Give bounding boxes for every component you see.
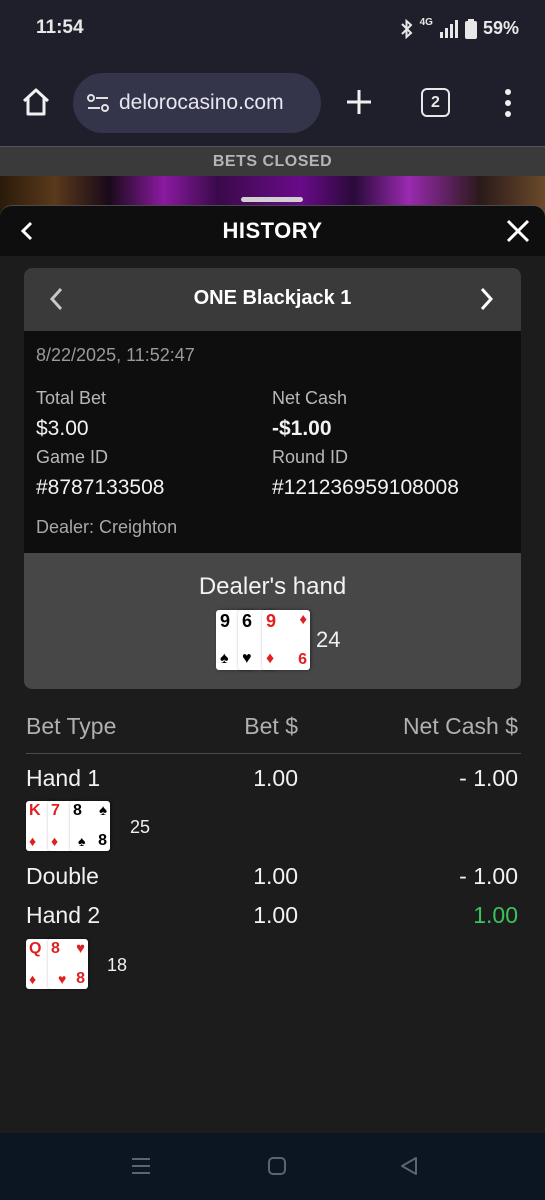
net-cash-value: -$1.00 xyxy=(272,417,332,440)
card-rank: 8 xyxy=(73,802,82,819)
card-rank: 7 xyxy=(51,802,60,819)
net-cash-cell: - 1.00 xyxy=(459,863,518,889)
battery-icon xyxy=(464,18,477,39)
bet-amount-cell: 1.00 xyxy=(253,765,298,791)
playing-card: 8 ♠ ♠ 8 xyxy=(70,801,110,851)
card-rank: 6 xyxy=(298,651,307,668)
status-time: 11:54 xyxy=(36,17,84,38)
card-rank: 9 xyxy=(220,611,231,631)
dealer-total: 24 xyxy=(316,627,341,652)
signal-icon xyxy=(439,19,458,38)
round-info: 8/22/2025, 11:52:47 Total Bet $3.00 Net … xyxy=(24,331,521,553)
card-suit: ♥ xyxy=(76,940,85,957)
bet-type-cell: Double xyxy=(26,863,99,889)
history-panel: HISTORY ONE Blackjack 1 8/22/2025, 11:52… xyxy=(0,197,545,1133)
site-settings-icon[interactable] xyxy=(85,90,111,116)
network-type: 4G xyxy=(419,17,433,28)
back-nav-icon[interactable] xyxy=(398,1155,420,1177)
round-nav: ONE Blackjack 1 xyxy=(24,268,521,331)
close-icon[interactable] xyxy=(505,218,531,244)
card-suit: ♦ xyxy=(299,611,307,628)
dealer-hand-label: Dealer's hand xyxy=(198,573,347,600)
address-bar[interactable]: delorocasino.com xyxy=(73,73,321,133)
header-divider xyxy=(26,753,521,754)
card-rank: 8 xyxy=(98,832,107,849)
tabs-icon[interactable]: 2 xyxy=(421,88,450,117)
url-text: delorocasino.com xyxy=(119,91,284,114)
playing-card: 8 ♥ ♥ 8 xyxy=(48,939,88,989)
card-rank: 8 xyxy=(76,970,85,987)
card-suit: ♥ xyxy=(242,650,252,667)
round-id-value: #121236959108008 xyxy=(272,476,459,499)
card-rank: Q xyxy=(29,940,42,957)
playing-card: 9 ♦ ♦ 6 xyxy=(262,610,310,670)
history-title: HISTORY xyxy=(222,218,323,243)
card-rank: 6 xyxy=(242,611,253,631)
card-suit: ♦ xyxy=(51,833,59,849)
chevron-right-icon[interactable] xyxy=(477,286,497,312)
card-suit: ♠ xyxy=(99,802,107,819)
card-suit: ♥ xyxy=(58,971,67,987)
net-cash-cell: - 1.00 xyxy=(459,765,518,791)
bet-type-cell: Hand 2 xyxy=(26,902,101,928)
bet-amount-cell: 1.00 xyxy=(253,902,298,928)
net-cash-cell: 1.00 xyxy=(473,902,518,928)
browser-toolbar: delorocasino.com 2 xyxy=(0,60,545,146)
card-suit: ♦ xyxy=(29,833,37,849)
bet-amount-cell: 1.00 xyxy=(253,863,298,889)
battery-percent: 59% xyxy=(482,18,519,38)
round-card: ONE Blackjack 1 8/22/2025, 11:52:47 Tota… xyxy=(24,268,521,689)
card-rank: 9 xyxy=(266,611,277,631)
bluetooth-icon xyxy=(400,18,413,39)
total-bet-value: $3.00 xyxy=(36,417,89,440)
column-header-bet: Bet $ xyxy=(244,713,298,739)
game-id-label: Game ID xyxy=(36,447,109,467)
drag-handle[interactable] xyxy=(241,197,303,202)
tab-count: 2 xyxy=(431,93,440,111)
game-name: ONE Blackjack 1 xyxy=(193,287,352,309)
hand-1-total: 25 xyxy=(130,817,151,837)
bets-closed-banner: BETS CLOSED xyxy=(0,146,545,176)
game-id-value: #8787133508 xyxy=(36,476,165,499)
status-bar: 11:54 4G 59% xyxy=(0,0,545,60)
card-suit: ♠ xyxy=(220,650,229,667)
dealer-name: Dealer: Creighton xyxy=(36,517,178,537)
column-header-net-cash: Net Cash $ xyxy=(402,713,518,739)
home-icon[interactable] xyxy=(20,86,52,118)
dealer-hand-section: Dealer's hand 9 ♠ 6 ♥ 9 ♦ ♦ 6 24 xyxy=(24,553,521,689)
card-suit: ♠ xyxy=(78,833,86,849)
bet-type-cell: Hand 1 xyxy=(26,765,101,791)
net-cash-label: Net Cash xyxy=(272,388,348,408)
round-id-label: Round ID xyxy=(272,447,349,467)
status-icons: 4G 59% xyxy=(400,17,519,39)
hand-2-total: 18 xyxy=(107,955,128,975)
card-suit: ♦ xyxy=(29,971,37,987)
more-vert-icon[interactable] xyxy=(500,88,516,118)
recents-icon[interactable] xyxy=(130,1155,152,1177)
round-datetime: 8/22/2025, 11:52:47 xyxy=(36,345,195,365)
history-header: HISTORY xyxy=(0,206,545,256)
card-suit: ♦ xyxy=(266,650,275,667)
card-rank: K xyxy=(29,802,41,819)
column-header-bet-type: Bet Type xyxy=(26,713,117,739)
plus-icon[interactable] xyxy=(344,87,374,117)
system-nav-bar xyxy=(0,1133,545,1200)
total-bet-label: Total Bet xyxy=(36,388,107,408)
home-nav-icon[interactable] xyxy=(266,1155,288,1177)
card-rank: 8 xyxy=(51,940,60,957)
